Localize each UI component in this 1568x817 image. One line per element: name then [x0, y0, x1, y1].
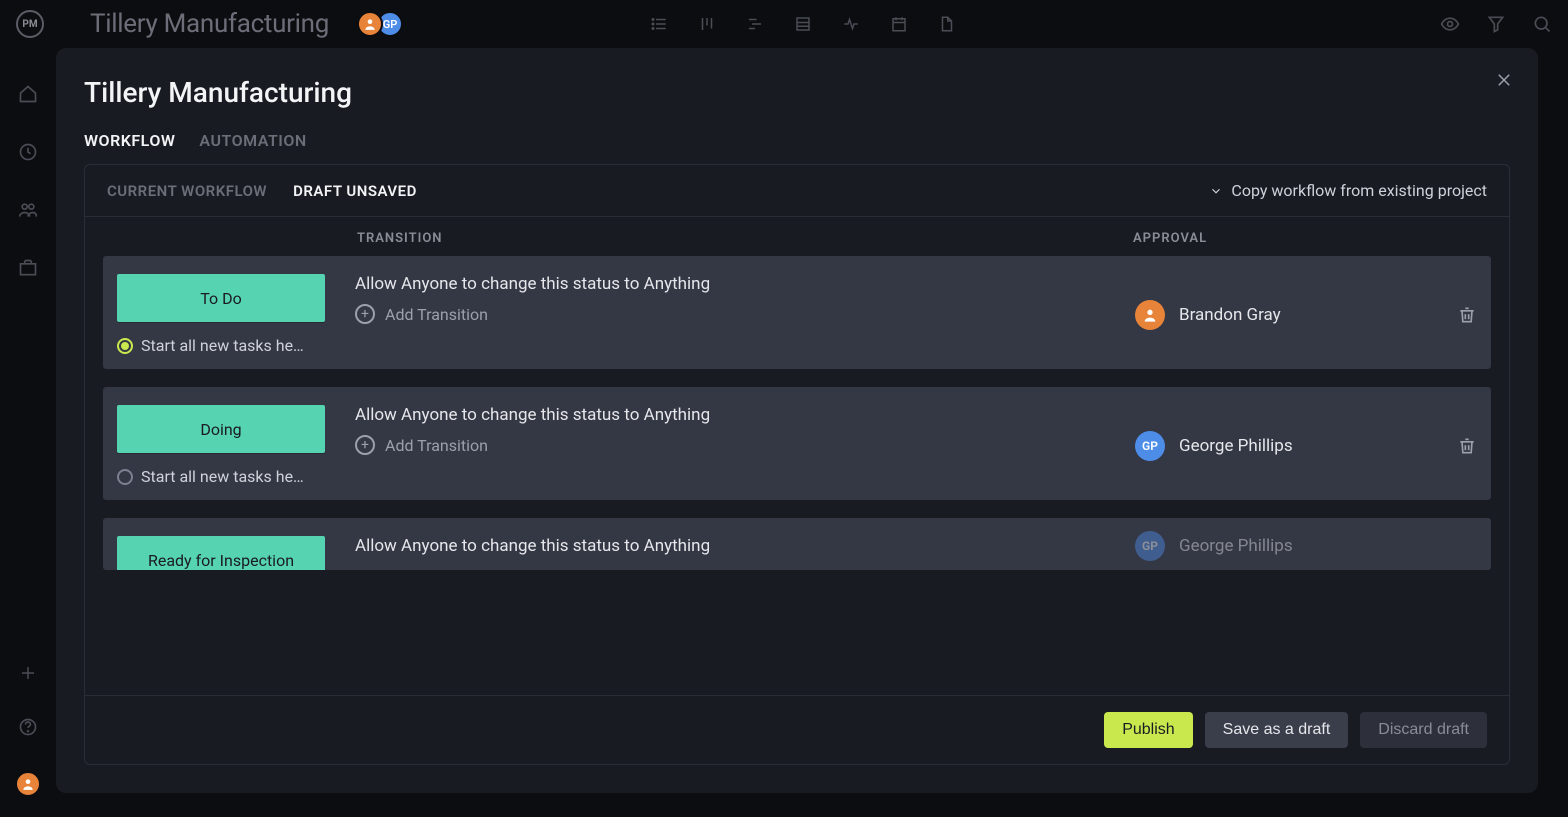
- portfolio-icon[interactable]: [18, 258, 38, 278]
- gantt-view-icon[interactable]: [745, 14, 765, 34]
- add-transition-button[interactable]: + Add Transition: [355, 435, 1105, 455]
- approver-name: George Phillips: [1179, 436, 1293, 456]
- help-icon[interactable]: [18, 717, 38, 737]
- discard-draft-button[interactable]: Discard draft: [1360, 712, 1487, 748]
- delete-row-button[interactable]: [1457, 436, 1477, 456]
- avatar-brandon[interactable]: [357, 11, 383, 37]
- column-headers: TRANSITION APPROVAL: [85, 217, 1509, 256]
- search-icon[interactable]: [1532, 14, 1552, 34]
- col-header-approval: APPROVAL: [1133, 231, 1475, 246]
- approver-avatar[interactable]: GP: [1135, 431, 1165, 461]
- view-switcher: [649, 14, 957, 34]
- status-cell: Doing Start all new tasks he…: [117, 405, 325, 486]
- approval-cell: GP George Phillips: [1135, 536, 1477, 556]
- plus-circle-icon: +: [355, 304, 375, 324]
- home-icon[interactable]: [18, 84, 38, 104]
- workflow-row: Doing Start all new tasks he… Allow Anyo…: [103, 387, 1491, 500]
- transition-text: Allow Anyone to change this status to An…: [355, 274, 1105, 294]
- start-here-option[interactable]: Start all new tasks he…: [117, 336, 325, 355]
- workflow-rows: To Do Start all new tasks he… Allow Anyo…: [85, 256, 1509, 695]
- delete-row-button[interactable]: [1457, 305, 1477, 325]
- transition-cell: Allow Anyone to change this status to An…: [355, 274, 1105, 355]
- tab-workflow[interactable]: WORKFLOW: [84, 131, 175, 150]
- transition-text: Allow Anyone to change this status to An…: [355, 405, 1105, 425]
- recent-icon[interactable]: [18, 142, 38, 162]
- calendar-view-icon[interactable]: [889, 14, 909, 34]
- approver-name: Brandon Gray: [1179, 305, 1281, 325]
- publish-button[interactable]: Publish: [1104, 712, 1192, 748]
- add-icon[interactable]: [18, 663, 38, 683]
- tab-current-workflow[interactable]: CURRENT WORKFLOW: [107, 182, 267, 200]
- board-view-icon[interactable]: [697, 14, 717, 34]
- transition-text: Allow Anyone to change this status to An…: [355, 536, 1105, 556]
- user-avatar[interactable]: [15, 771, 41, 797]
- left-sidebar: [0, 48, 56, 817]
- member-avatars[interactable]: GP: [363, 11, 403, 37]
- status-chip[interactable]: Doing: [117, 405, 325, 453]
- workflow-modal: Tillery Manufacturing WORKFLOW AUTOMATIO…: [56, 48, 1538, 793]
- team-icon[interactable]: [18, 200, 38, 220]
- eye-icon[interactable]: [1440, 14, 1460, 34]
- start-here-label: Start all new tasks he…: [141, 467, 304, 486]
- approver-avatar[interactable]: [1135, 300, 1165, 330]
- save-draft-button[interactable]: Save as a draft: [1205, 712, 1349, 748]
- app-header: PM Tillery Manufacturing GP: [0, 0, 1568, 48]
- files-view-icon[interactable]: [937, 14, 957, 34]
- radio-off-icon: [117, 469, 133, 485]
- status-chip[interactable]: To Do: [117, 274, 325, 322]
- plus-circle-icon: +: [355, 435, 375, 455]
- app-logo[interactable]: PM: [16, 10, 44, 38]
- status-cell: Ready for Inspection: [117, 536, 325, 556]
- copy-workflow-label: Copy workflow from existing project: [1231, 181, 1487, 200]
- workflow-row: To Do Start all new tasks he… Allow Anyo…: [103, 256, 1491, 369]
- col-header-transition: TRANSITION: [357, 231, 443, 246]
- approver-name: George Phillips: [1179, 536, 1293, 556]
- activity-view-icon[interactable]: [841, 14, 861, 34]
- transition-cell: Allow Anyone to change this status to An…: [355, 405, 1105, 486]
- panel-header: CURRENT WORKFLOW DRAFT UNSAVED Copy work…: [85, 165, 1509, 217]
- tab-automation[interactable]: AUTOMATION: [199, 131, 306, 150]
- tab-draft-unsaved[interactable]: DRAFT UNSAVED: [293, 182, 417, 200]
- add-transition-label: Add Transition: [385, 436, 488, 455]
- chevron-down-icon: [1209, 184, 1223, 198]
- start-here-option[interactable]: Start all new tasks he…: [117, 467, 325, 486]
- close-button[interactable]: [1492, 68, 1516, 92]
- approver-avatar[interactable]: GP: [1135, 531, 1165, 561]
- workflow-row: Ready for Inspection Allow Anyone to cha…: [103, 518, 1491, 570]
- add-transition-button[interactable]: + Add Transition: [355, 304, 1105, 324]
- project-title: Tillery Manufacturing: [90, 9, 329, 39]
- modal-title: Tillery Manufacturing: [56, 76, 1538, 113]
- modal-tabs: WORKFLOW AUTOMATION: [56, 113, 1538, 164]
- approval-cell: Brandon Gray: [1135, 274, 1477, 355]
- copy-workflow-button[interactable]: Copy workflow from existing project: [1209, 181, 1487, 200]
- workflow-panel: CURRENT WORKFLOW DRAFT UNSAVED Copy work…: [84, 164, 1510, 765]
- status-chip[interactable]: Ready for Inspection: [117, 536, 325, 570]
- status-cell: To Do Start all new tasks he…: [117, 274, 325, 355]
- panel-footer: Publish Save as a draft Discard draft: [85, 695, 1509, 764]
- start-here-label: Start all new tasks he…: [141, 336, 304, 355]
- radio-on-icon: [117, 338, 133, 354]
- add-transition-label: Add Transition: [385, 305, 488, 324]
- approval-cell: GP George Phillips: [1135, 405, 1477, 486]
- list-view-icon[interactable]: [649, 14, 669, 34]
- header-actions: [1440, 14, 1552, 34]
- filter-icon[interactable]: [1486, 14, 1506, 34]
- sheet-view-icon[interactable]: [793, 14, 813, 34]
- transition-cell: Allow Anyone to change this status to An…: [355, 536, 1105, 556]
